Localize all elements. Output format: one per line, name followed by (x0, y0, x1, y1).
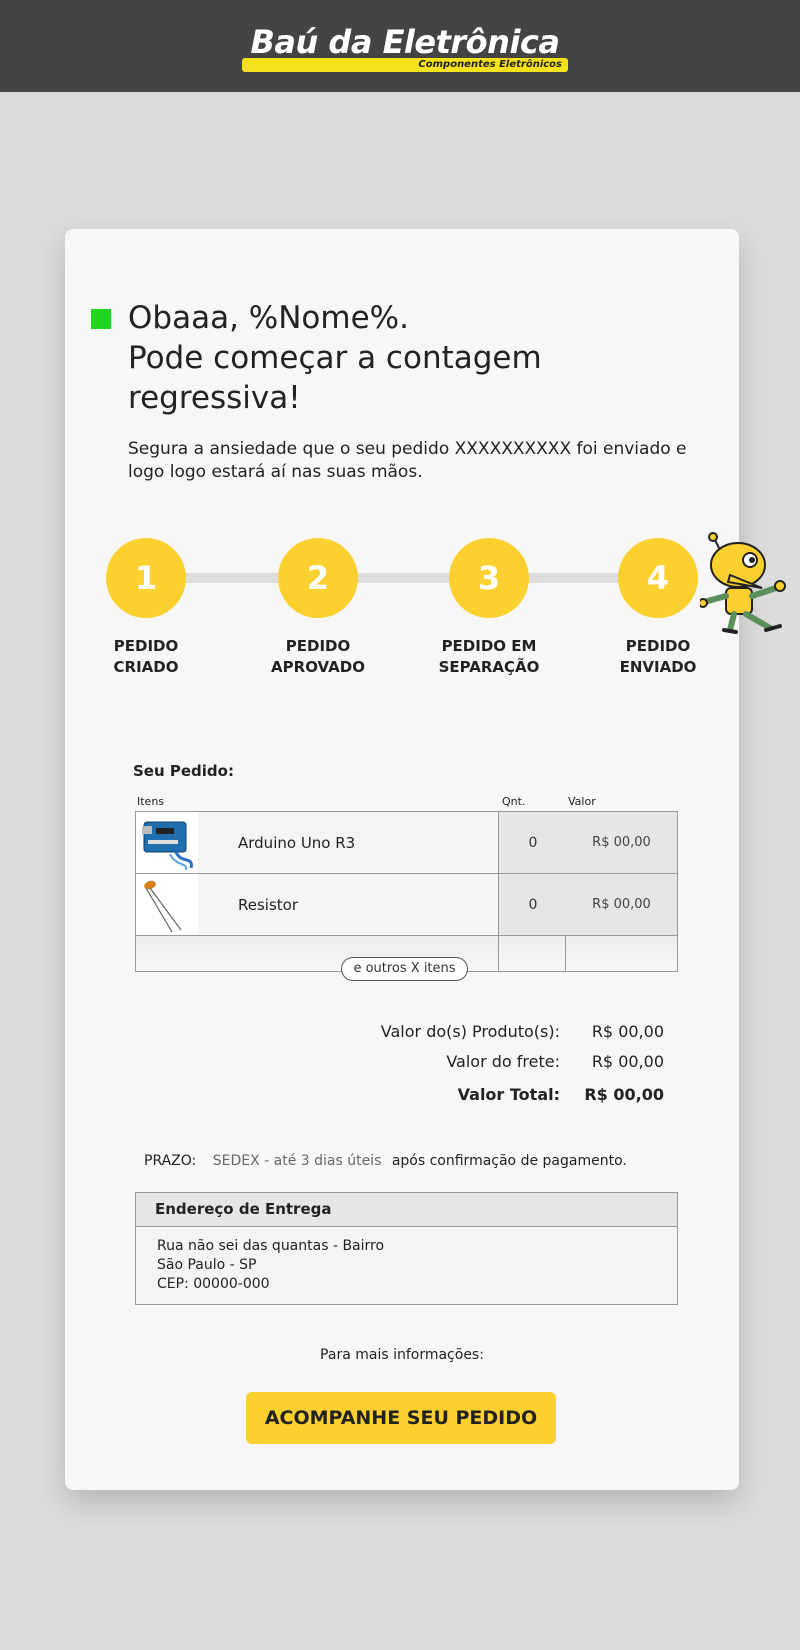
total-label: Valor Total: (457, 1085, 560, 1104)
table-row: Resistor 0 R$ 00,00 (136, 874, 677, 936)
order-title: Seu Pedido: (133, 762, 234, 780)
delivery-address-box: Endereço de Entrega Rua não sei das quan… (135, 1192, 678, 1305)
progress-track (150, 573, 660, 583)
step-2-label-line2: APROVADO (271, 658, 365, 676)
item-name: Arduino Uno R3 (238, 834, 356, 852)
column-header-value: Valor (568, 795, 596, 808)
header-bar: Baú da Eletrônica Componentes Eletrônico… (0, 0, 800, 92)
step-3-circle: 3 (449, 538, 529, 618)
deadline-method: SEDEX - até 3 dias úteis (212, 1153, 382, 1169)
products-label: Valor do(s) Produto(s): (380, 1022, 560, 1041)
products-value: R$ 00,00 (591, 1022, 664, 1041)
headline-line2: Pode começar a contagem (128, 340, 542, 376)
headline-line3: regressiva! (128, 380, 301, 416)
more-info-text: Para mais informações: (320, 1347, 484, 1363)
arduino-board-icon (136, 812, 198, 873)
headline-line1: Obaaa, %Nome%. (128, 300, 409, 336)
item-name: Resistor (238, 896, 298, 914)
robot-mascot-icon (700, 532, 786, 634)
deadline-info: PRAZO: SEDEX - até 3 dias úteis após con… (144, 1153, 627, 1169)
step-4-label: PEDIDO ENVIADO (588, 636, 728, 678)
total-value: R$ 00,00 (584, 1085, 664, 1104)
green-square-icon (91, 309, 111, 329)
intro-text: Segura a ansiedade que o seu pedido XXXX… (128, 439, 687, 482)
products-total-row: Valor do(s) Produto(s): R$ 00,00 (300, 1017, 670, 1047)
step-3-label-line2: SEPARAÇÃO (438, 658, 540, 676)
address-line1: Rua não sei das quantas - Bairro (157, 1238, 385, 1254)
address-line2: São Paulo - SP (157, 1257, 257, 1273)
shipping-label: Valor do frete: (446, 1052, 560, 1071)
brand-logo[interactable]: Baú da Eletrônica Componentes Eletrônico… (240, 22, 570, 74)
address-body: Rua não sei das quantas - Bairro São Pau… (136, 1227, 677, 1294)
column-header-qty: Qnt. (502, 795, 526, 808)
qty-footer-cell (498, 936, 566, 971)
more-items-pill[interactable]: e outros X itens (341, 957, 468, 981)
headline: Obaaa, %Nome%. Pode começar a contagem r… (128, 298, 708, 418)
grand-total-row: Valor Total: R$ 00,00 (300, 1080, 670, 1110)
step-1-label-line2: CRIADO (113, 658, 179, 676)
shipping-value: R$ 00,00 (591, 1052, 664, 1071)
deadline-note: após confirmação de pagamento. (391, 1153, 627, 1169)
step-3-label: PEDIDO EM SEPARAÇÃO (419, 636, 559, 678)
column-header-items: Itens (137, 795, 165, 808)
step-4-label-line2: ENVIADO (619, 658, 697, 676)
step-2-label: PEDIDO APROVADO (248, 636, 388, 678)
track-order-button[interactable]: ACOMPANHE SEU PEDIDO (246, 1392, 556, 1444)
item-qty: 0 (498, 812, 568, 873)
step-2-label-line1: PEDIDO (285, 637, 351, 655)
brand-tagline-strip: Componentes Eletrônicos (242, 58, 568, 72)
step-1-label: PEDIDO CRIADO (76, 636, 216, 678)
table-row: Arduino Uno R3 0 R$ 00,00 (136, 812, 677, 874)
step-4-circle: 4 (618, 538, 698, 618)
item-value: R$ 00,00 (566, 812, 677, 873)
step-4-label-line1: PEDIDO (625, 637, 691, 655)
step-2-circle: 2 (278, 538, 358, 618)
shipping-row: Valor do frete: R$ 00,00 (300, 1047, 670, 1077)
step-1-circle: 1 (106, 538, 186, 618)
deadline-label: PRAZO: (144, 1153, 197, 1169)
order-items-table: Arduino Uno R3 0 R$ 00,00 Resistor 0 R$ … (135, 811, 678, 972)
step-1-label-line1: PEDIDO (113, 637, 179, 655)
address-line3: CEP: 00000-000 (157, 1276, 270, 1292)
address-title: Endereço de Entrega (136, 1193, 677, 1227)
brand-tagline: Componentes Eletrônicos (418, 59, 562, 70)
brand-name: Baú da Eletrônica (250, 23, 560, 61)
resistor-icon (136, 874, 198, 935)
order-totals: Valor do(s) Produto(s): R$ 00,00 Valor d… (300, 1017, 670, 1110)
item-value: R$ 00,00 (566, 874, 677, 935)
step-3-label-line1: PEDIDO EM (441, 637, 537, 655)
item-qty: 0 (498, 874, 568, 935)
